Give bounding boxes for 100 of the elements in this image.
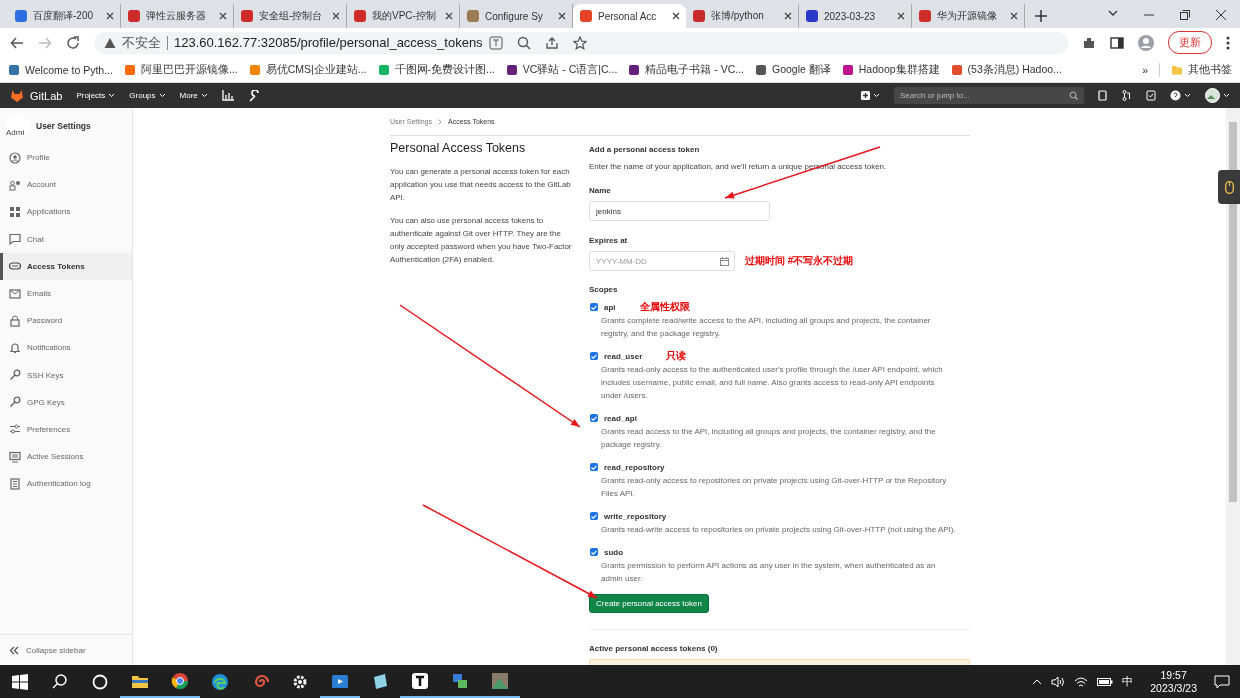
security-label: 不安全 <box>122 33 161 52</box>
sidebar-item[interactable]: Chat <box>0 225 132 253</box>
windows-start-icon[interactable] <box>11 672 29 691</box>
scope-description: Grants permission to perform API actions as any user in the system, when authenticated as an admin user. <box>600 560 937 585</box>
extension-widget[interactable] <box>1218 170 1240 204</box>
chevron-up-icon[interactable] <box>1032 678 1043 685</box>
speaker-icon[interactable] <box>1051 675 1066 688</box>
checkbox[interactable] <box>590 548 598 556</box>
help-icon[interactable] <box>1170 90 1181 101</box>
checkbox[interactable] <box>590 414 598 422</box>
bookmark[interactable]: 易优CMS|企业建站... <box>248 62 367 77</box>
bookmark[interactable]: Hadoop集群搭建 <box>841 62 940 77</box>
avatar-alt-text[interactable]: Admi <box>6 115 30 137</box>
reload-icon[interactable] <box>66 35 80 50</box>
update-button[interactable]: 更新 <box>1168 31 1212 54</box>
sidebar-item[interactable]: Active Sessions <box>0 443 132 471</box>
text-editor-icon[interactable] <box>411 671 429 690</box>
nav-menu[interactable]: Projects <box>76 91 116 100</box>
favicon-icon <box>579 9 593 23</box>
gitlab-logo-icon[interactable] <box>10 89 24 102</box>
merge-request-icon[interactable] <box>1122 90 1132 101</box>
bookmark-icon <box>755 63 767 76</box>
bookmark[interactable]: VC驿站 - C语言|C... <box>505 62 618 77</box>
checkbox[interactable] <box>590 463 598 471</box>
sidebar-item[interactable]: SSH Keys <box>0 361 132 389</box>
nav-menu[interactable]: More <box>179 91 208 100</box>
sidebar-item[interactable]: Authentication log <box>0 470 132 498</box>
translate-icon[interactable] <box>488 35 503 50</box>
close-icon[interactable] <box>558 12 566 20</box>
double-chevron-icon <box>9 645 19 655</box>
date-input-field[interactable]: YYYY-MM-DD <box>589 251 735 271</box>
close-icon[interactable] <box>1010 12 1018 20</box>
extensions-icon[interactable] <box>1082 35 1096 50</box>
sidebar-item[interactable]: Preferences <box>0 415 132 444</box>
checkbox[interactable] <box>590 512 598 520</box>
sidebar-icon[interactable] <box>1110 35 1124 50</box>
close-icon[interactable] <box>672 12 680 20</box>
todo-icon[interactable] <box>1146 90 1156 101</box>
close-icon[interactable] <box>784 12 792 20</box>
caret-down-icon[interactable] <box>1108 10 1118 16</box>
input-method-indicator[interactable]: 中 <box>1122 674 1134 689</box>
wrench-icon[interactable] <box>247 89 260 102</box>
scrollbar-thumb[interactable] <box>1229 122 1237 502</box>
notebook-icon[interactable] <box>371 672 389 691</box>
network-tool-icon[interactable] <box>451 671 469 690</box>
create-token-button[interactable]: Create personal access token <box>589 594 709 613</box>
sidebar-item[interactable]: Notifications <box>0 334 132 362</box>
back-icon[interactable] <box>10 35 24 50</box>
bookmark-folder[interactable]: 其他书签 <box>1171 62 1232 77</box>
search-field[interactable]: Search or jump to... <box>894 87 1084 104</box>
bookmark[interactable]: Google 翻译 <box>755 62 831 77</box>
plus-square-icon[interactable] <box>861 91 870 100</box>
share-icon[interactable] <box>544 35 559 50</box>
scrollbar[interactable] <box>1226 108 1240 665</box>
clock[interactable]: 19:57 2023/3/23 <box>1150 668 1197 695</box>
close-icon[interactable] <box>219 12 227 20</box>
address-bar[interactable]: 不安全 123.60.162.77:32085/profile/personal_access_tokens <box>94 31 1068 54</box>
new-tab-icon[interactable] <box>1035 10 1047 22</box>
menu-icon[interactable] <box>1226 35 1230 50</box>
bookmark[interactable]: 阿里巴巴开源镜像... <box>123 62 238 77</box>
avatar-icon[interactable] <box>1205 88 1220 103</box>
profile-icon[interactable] <box>1138 34 1154 51</box>
gitlab-logo-text[interactable]: GitLab <box>30 89 63 102</box>
bookmark[interactable]: 千图网-免费设计图... <box>377 62 495 77</box>
task-view-icon[interactable] <box>91 672 109 691</box>
chart-icon[interactable] <box>221 90 234 101</box>
sidebar-item[interactable]: Password <box>0 307 132 335</box>
bookmark[interactable]: (53条消息) Hadoo... <box>950 62 1062 77</box>
close-icon[interactable] <box>332 12 340 20</box>
nav-menu[interactable]: Groups <box>129 91 166 100</box>
checkbox[interactable] <box>590 303 598 311</box>
image-icon[interactable] <box>491 671 509 690</box>
field-label: Name <box>589 186 612 195</box>
close-icon[interactable] <box>897 12 905 20</box>
close-icon[interactable] <box>1216 10 1226 20</box>
battery-icon[interactable] <box>1097 676 1114 687</box>
issues-icon[interactable] <box>1098 90 1108 101</box>
sidebar-item[interactable]: GPG Keys <box>0 388 132 416</box>
search-icon[interactable] <box>51 672 69 691</box>
bookmark[interactable]: Welcome to Pyth... <box>8 63 113 76</box>
edge-icon[interactable] <box>211 672 229 691</box>
sidebar-item[interactable]: Profile <box>0 144 132 172</box>
notification-icon[interactable] <box>1214 674 1230 689</box>
sidebar-item[interactable]: Emails <box>0 279 132 308</box>
sidebar-item[interactable]: Access Tokens <box>0 252 132 280</box>
chrome-icon[interactable] <box>171 671 189 690</box>
name-input-field[interactable]: jenkins <box>589 201 770 221</box>
checkbox[interactable] <box>590 352 598 360</box>
close-icon[interactable] <box>445 12 453 20</box>
field-label: Scopes <box>589 285 619 294</box>
star-icon[interactable] <box>572 35 587 50</box>
zoom-icon[interactable] <box>516 35 531 50</box>
bookmark[interactable]: 精品电子书籍 - VC... <box>628 62 744 77</box>
browser-tab[interactable]: Personal Acc <box>573 4 686 28</box>
wifi-icon[interactable] <box>1074 675 1089 688</box>
sidebar-item[interactable]: Applications <box>0 198 132 226</box>
sidebar-item[interactable]: Account <box>0 171 132 199</box>
close-icon[interactable] <box>106 12 114 20</box>
restore-icon[interactable] <box>1180 10 1190 20</box>
more-bookmarks[interactable]: » <box>1142 63 1148 76</box>
